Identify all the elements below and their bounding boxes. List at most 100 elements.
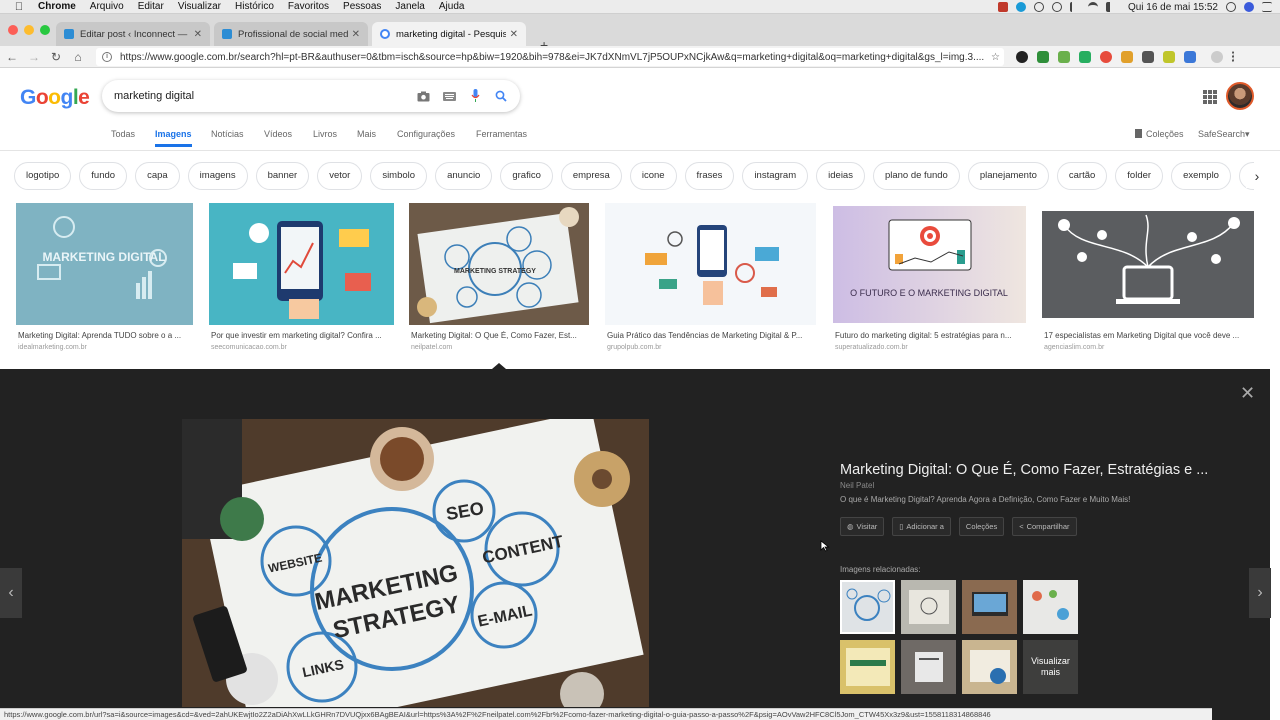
- tab-configuracoes[interactable]: Configurações: [397, 129, 455, 139]
- extension-icon[interactable]: [1121, 51, 1133, 63]
- suggestion-chip[interactable]: ideias: [816, 162, 865, 190]
- suggestion-chip[interactable]: simbolo: [370, 162, 428, 190]
- result-caption[interactable]: Marketing Digital: O Que É, Como Fazer, …: [411, 331, 591, 340]
- related-image[interactable]: [1023, 580, 1078, 634]
- forward-icon[interactable]: →: [24, 50, 44, 64]
- viewer-title[interactable]: Marketing Digital: O Que É, Como Fazer, …: [840, 462, 1208, 478]
- maximize-window-button[interactable]: [40, 25, 50, 35]
- menu-visualizar[interactable]: Visualizar: [178, 1, 221, 12]
- suggestion-chip[interactable]: planejamento: [967, 162, 1049, 190]
- extension-icon[interactable]: [1037, 51, 1049, 63]
- extension-icon[interactable]: [1016, 51, 1028, 63]
- result-image[interactable]: [209, 203, 394, 325]
- bluetooth-icon[interactable]: [1069, 2, 1080, 12]
- close-tab-icon[interactable]: ✕: [194, 29, 202, 40]
- spotlight-icon[interactable]: [1226, 2, 1236, 12]
- suggestion-chip[interactable]: exemplo: [1171, 162, 1231, 190]
- home-icon[interactable]: ⌂: [68, 50, 88, 64]
- suggestion-chip[interactable]: banner: [255, 162, 310, 190]
- previous-image-button[interactable]: ‹: [0, 568, 22, 618]
- collections-button[interactable]: Coleções: [958, 517, 1005, 536]
- suggestion-chip[interactable]: frases: [684, 162, 735, 190]
- menu-pessoas[interactable]: Pessoas: [343, 1, 381, 12]
- suggestion-chip[interactable]: folder: [1115, 162, 1164, 190]
- tab-livros[interactable]: Livros: [313, 129, 337, 139]
- related-image[interactable]: [901, 580, 956, 634]
- suggestion-chip[interactable]: imagens: [187, 162, 248, 190]
- clock-icon[interactable]: [1051, 2, 1062, 12]
- suggestion-chip[interactable]: fundo: [79, 162, 128, 190]
- user-icon[interactable]: [1244, 2, 1254, 12]
- back-icon[interactable]: ←: [2, 50, 22, 64]
- related-image[interactable]: Visualizar mais: [1023, 640, 1078, 694]
- menubar-clock[interactable]: Qui 16 de mai 15:52: [1128, 2, 1218, 13]
- result-caption[interactable]: 17 especialistas em Marketing Digital qu…: [1044, 331, 1256, 340]
- browser-tab-2[interactable]: Profissional de social media? V ✕: [214, 22, 368, 46]
- search-input[interactable]: marketing digital: [114, 90, 416, 102]
- suggestion-chip[interactable]: grafico: [500, 162, 553, 190]
- close-icon[interactable]: ✕: [1240, 383, 1255, 404]
- result-caption[interactable]: Por que investir em marketing digital? C…: [211, 331, 396, 340]
- result-caption[interactable]: Futuro do marketing digital: 5 estratégi…: [835, 331, 1028, 340]
- address-bar[interactable]: i https://www.google.com.br/search?hl=pt…: [96, 48, 1004, 66]
- suggestion-chip[interactable]: capa: [135, 162, 180, 190]
- menu-janela[interactable]: Janela: [395, 1, 424, 12]
- tab-mais[interactable]: Mais: [357, 129, 376, 139]
- search-box[interactable]: marketing digital: [102, 80, 520, 112]
- result-image[interactable]: MARKETING STRATEGY: [409, 203, 589, 325]
- microphone-icon[interactable]: [468, 89, 482, 103]
- safesearch-dropdown[interactable]: SafeSearch▾: [1198, 129, 1250, 140]
- reload-icon[interactable]: ↻: [46, 50, 66, 64]
- volume-icon[interactable]: [1105, 2, 1116, 12]
- result-image[interactable]: [1042, 211, 1254, 318]
- extension-icon[interactable]: [1184, 51, 1196, 63]
- close-window-button[interactable]: [8, 25, 18, 35]
- address-url[interactable]: https://www.google.com.br/search?hl=pt-B…: [120, 52, 991, 63]
- info-icon[interactable]: i: [102, 52, 112, 62]
- apple-icon[interactable]: : [12, 0, 26, 14]
- google-apps-icon[interactable]: [1203, 90, 1217, 104]
- chevron-right-icon[interactable]: ›: [1246, 166, 1268, 188]
- menu-favoritos[interactable]: Favoritos: [288, 1, 329, 12]
- suggestion-chip[interactable]: plano de fundo: [872, 162, 960, 190]
- extension-icon[interactable]: [1079, 51, 1091, 63]
- tab-ferramentas[interactable]: Ferramentas: [476, 129, 527, 139]
- related-image[interactable]: [840, 580, 895, 634]
- extension-icon[interactable]: [1142, 51, 1154, 63]
- record-icon[interactable]: [997, 2, 1008, 12]
- share-button[interactable]: < Compartilhar: [1012, 517, 1077, 536]
- notification-center-icon[interactable]: [1262, 2, 1272, 12]
- google-logo[interactable]: Google: [20, 86, 90, 110]
- bookmark-star-icon[interactable]: ☆: [991, 52, 1000, 63]
- result-image[interactable]: O FUTURO E O MARKETING DIGITAL: [833, 206, 1026, 323]
- visit-button[interactable]: ◍ Visitar: [840, 517, 885, 536]
- collections-link[interactable]: Coleções: [1135, 129, 1184, 139]
- camera-icon[interactable]: [416, 89, 430, 103]
- suggestion-chip[interactable]: icone: [629, 162, 677, 190]
- browser-tab-1[interactable]: Editar post ‹ Inconnect — Wor ✕: [56, 22, 210, 46]
- extension-icon[interactable]: [1163, 51, 1175, 63]
- avatar[interactable]: [1226, 82, 1254, 110]
- skype-icon[interactable]: [1015, 2, 1026, 12]
- profile-icon[interactable]: [1211, 51, 1223, 63]
- suggestion-chip[interactable]: cartão: [1056, 162, 1108, 190]
- close-tab-icon[interactable]: ✕: [510, 29, 518, 40]
- tab-imagens[interactable]: Imagens: [155, 129, 192, 147]
- tab-todas[interactable]: Todas: [111, 129, 135, 139]
- search-icon[interactable]: [494, 89, 508, 103]
- suggestion-chip[interactable]: empresa: [560, 162, 622, 190]
- suggestion-chip[interactable]: vetor: [317, 162, 363, 190]
- menu-historico[interactable]: Histórico: [235, 1, 274, 12]
- wifi-icon[interactable]: [1087, 2, 1098, 12]
- tab-videos[interactable]: Vídeos: [264, 129, 292, 139]
- menu-editar[interactable]: Editar: [138, 1, 164, 12]
- result-caption[interactable]: Guia Prático das Tendências de Marketing…: [607, 331, 818, 340]
- menu-ajuda[interactable]: Ajuda: [439, 1, 465, 12]
- result-image[interactable]: MARKETING DIGITAL: [16, 203, 193, 325]
- suggestion-chip[interactable]: logotipo: [14, 162, 72, 190]
- browser-tab-3-active[interactable]: marketing digital - Pesquisa G ✕: [372, 22, 526, 46]
- keyboard-icon[interactable]: [442, 89, 456, 103]
- result-image[interactable]: [605, 203, 816, 325]
- related-image[interactable]: [962, 580, 1017, 634]
- related-image[interactable]: [962, 640, 1017, 694]
